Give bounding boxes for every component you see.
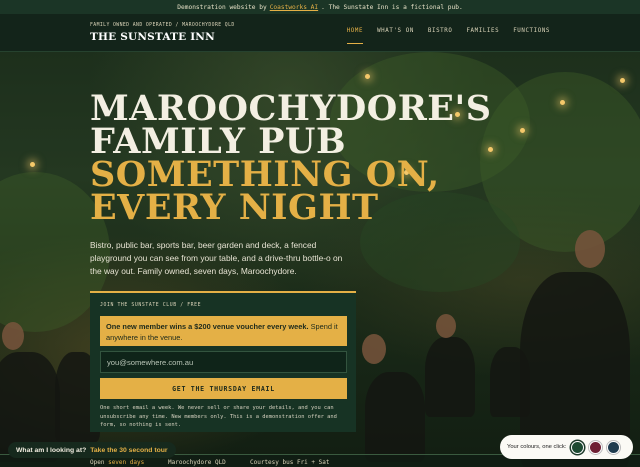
- offer-headline: One new member wins a $200 venue voucher…: [106, 322, 309, 331]
- nav-home[interactable]: HOME: [346, 28, 364, 44]
- nav-whats-on[interactable]: WHAT'S ON: [377, 28, 414, 44]
- bus-info: Courtesy bus Fri + Sat: [250, 459, 330, 466]
- nav-bistro[interactable]: BISTRO: [428, 28, 453, 44]
- tour-link[interactable]: Take the 30 second tour: [90, 447, 167, 454]
- hours-value: seven days: [108, 459, 145, 466]
- main-nav: HOME WHAT'S ON BISTRO FAMILIES FUNCTIONS: [346, 28, 550, 44]
- signup-button[interactable]: GET THE THURSDAY EMAIL: [100, 378, 347, 399]
- swatch-green[interactable]: [571, 440, 585, 454]
- hero-intro: Bistro, public bar, sports bar, beer gar…: [90, 240, 343, 276]
- brand-tagline: FAMILY OWNED AND OPERATED / MAROOCHYDORE…: [90, 23, 235, 28]
- demo-banner: Demonstration website by Coastworks AI .…: [0, 0, 640, 14]
- hero-section: MAROOCHYDORE'S FAMILY PUB SOMETHING ON, …: [0, 52, 640, 467]
- signup-fine-print: One short email a week. We never sell or…: [100, 405, 337, 429]
- headline-line-4: EVERY NIGHT: [90, 187, 379, 228]
- swatch-maroon[interactable]: [589, 440, 603, 454]
- banner-prefix: Demonstration website by: [177, 3, 267, 11]
- signup-label: JOIN THE SUNSTATE CLUB / FREE: [100, 303, 202, 308]
- hours-label: Open: [90, 459, 105, 466]
- nav-families[interactable]: FAMILIES: [466, 28, 499, 44]
- location-info: Maroochydore QLD: [168, 459, 226, 466]
- hours-info: Open seven days: [90, 459, 144, 466]
- hero-headline: MAROOCHYDORE'S FAMILY PUB SOMETHING ON, …: [90, 91, 491, 228]
- colour-picker: Your colours, one click:: [500, 435, 633, 459]
- tour-question: What am I looking at?: [16, 446, 87, 454]
- colour-picker-label: Your colours, one click:: [507, 444, 567, 450]
- swatch-slate-blue[interactable]: [607, 440, 621, 454]
- coastworks-link[interactable]: Coastworks AI: [270, 4, 318, 11]
- tour-pill[interactable]: What am I looking at? Take the 30 second…: [8, 442, 176, 458]
- banner-suffix: . The Sunstate Inn is a fictional pub.: [321, 3, 463, 11]
- signup-card: JOIN THE SUNSTATE CLUB / FREE One new me…: [90, 291, 356, 432]
- site-logo[interactable]: THE SUNSTATE INN: [90, 31, 215, 43]
- offer-banner: One new member wins a $200 venue voucher…: [100, 316, 347, 346]
- nav-functions[interactable]: FUNCTIONS: [513, 28, 550, 44]
- site-header: FAMILY OWNED AND OPERATED / MAROOCHYDORE…: [0, 14, 640, 52]
- email-field[interactable]: [100, 351, 347, 373]
